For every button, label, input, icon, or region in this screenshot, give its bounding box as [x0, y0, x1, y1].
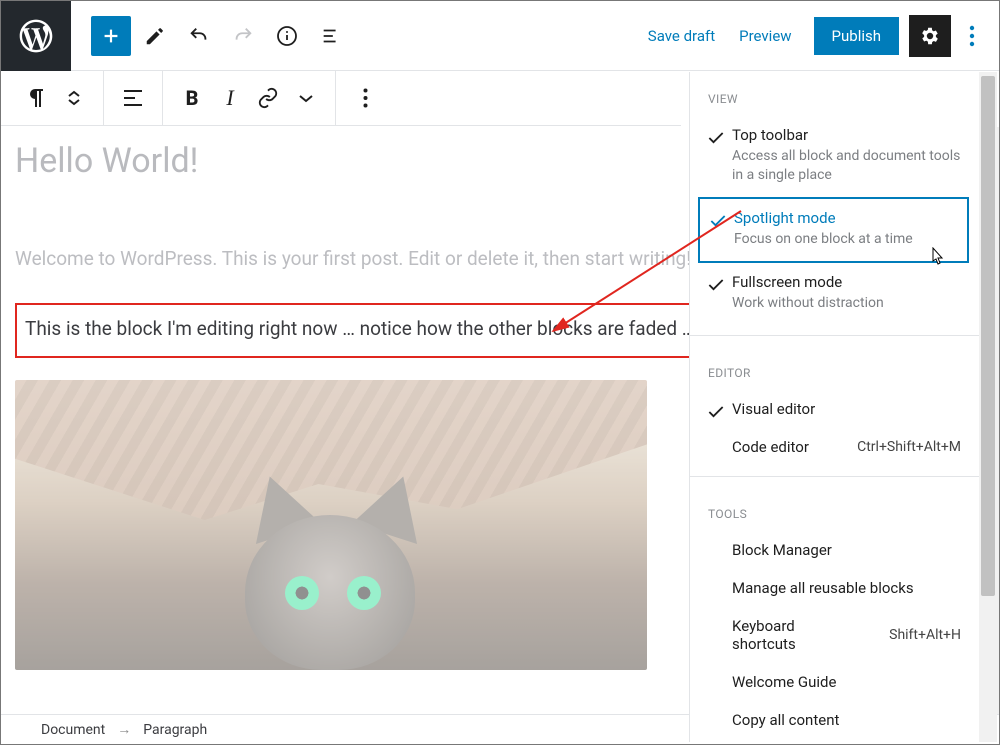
option-label: Copy all content [732, 711, 839, 729]
option-spotlight-mode[interactable]: Spotlight mode Focus on one block at a t… [698, 197, 969, 263]
option-code-editor[interactable]: Code editor Ctrl+Shift+Alt+M [690, 428, 979, 466]
block-toolbar: B I [1, 71, 681, 126]
option-top-toolbar[interactable]: Top toolbar Access all block and documen… [690, 116, 979, 197]
option-label: Keyboard shortcuts [732, 617, 852, 653]
outline-button[interactable] [311, 16, 351, 56]
more-formatting-button[interactable] [287, 79, 325, 117]
wordpress-logo[interactable] [1, 1, 71, 71]
option-desc: Focus on one block at a time [734, 230, 959, 249]
option-label: Fullscreen mode [732, 273, 965, 291]
option-fullscreen-mode[interactable]: Fullscreen mode Work without distraction [690, 263, 979, 325]
keyboard-shortcut: Shift+Alt+H [889, 627, 961, 643]
options-panel: VIEW Top toolbar Access all block and do… [689, 72, 997, 742]
option-desc: Access all block and document tools in a… [732, 147, 965, 185]
section-view: VIEW [690, 72, 979, 116]
italic-button[interactable]: I [211, 79, 249, 117]
undo-button[interactable] [179, 16, 219, 56]
publish-button[interactable]: Publish [814, 17, 899, 55]
breadcrumb-separator: → [117, 721, 131, 738]
option-label: Welcome Guide [732, 673, 836, 691]
check-icon [706, 400, 732, 422]
edit-mode-button[interactable] [135, 16, 175, 56]
image-block-faded[interactable] [15, 380, 647, 670]
breadcrumb-current: Paragraph [143, 722, 207, 738]
options-menu-button[interactable] [957, 25, 987, 47]
check-icon [706, 273, 732, 295]
option-keyboard-shortcuts[interactable]: Keyboard shortcuts Shift+Alt+H [690, 607, 979, 663]
add-block-button[interactable] [91, 16, 131, 56]
option-welcome-guide[interactable]: Welcome Guide [690, 663, 979, 701]
breadcrumb-root[interactable]: Document [41, 722, 105, 738]
option-label: Visual editor [732, 400, 965, 418]
block-more-button[interactable] [346, 79, 384, 117]
keyboard-shortcut: Ctrl+Shift+Alt+M [857, 439, 961, 455]
option-copy-all[interactable]: Copy all content [690, 701, 979, 739]
redo-button[interactable] [223, 16, 263, 56]
editor-top-bar: Save draft Preview Publish [1, 1, 999, 71]
option-reusable-blocks[interactable]: Manage all reusable blocks [690, 569, 979, 607]
option-block-manager[interactable]: Block Manager [690, 531, 979, 569]
link-button[interactable] [249, 79, 287, 117]
section-editor: EDITOR [690, 346, 979, 390]
option-desc: Work without distraction [732, 294, 965, 313]
bold-button[interactable]: B [173, 79, 211, 117]
move-handles-icon[interactable] [55, 79, 93, 117]
panel-scrollbar[interactable] [979, 72, 997, 742]
option-visual-editor[interactable]: Visual editor [690, 390, 979, 428]
check-icon [706, 126, 732, 148]
option-label: Spotlight mode [734, 209, 959, 227]
paragraph-block-icon[interactable] [17, 79, 55, 117]
save-draft-link[interactable]: Save draft [636, 17, 727, 55]
section-tools: TOOLS [690, 487, 979, 531]
option-label: Code editor [732, 438, 809, 456]
info-button[interactable] [267, 16, 307, 56]
check-icon [708, 209, 734, 231]
option-label: Block Manager [732, 541, 832, 559]
option-label: Manage all reusable blocks [732, 579, 914, 597]
settings-button[interactable] [909, 15, 951, 57]
preview-link[interactable]: Preview [727, 17, 803, 55]
option-label: Top toolbar [732, 126, 965, 144]
align-button[interactable] [114, 79, 152, 117]
